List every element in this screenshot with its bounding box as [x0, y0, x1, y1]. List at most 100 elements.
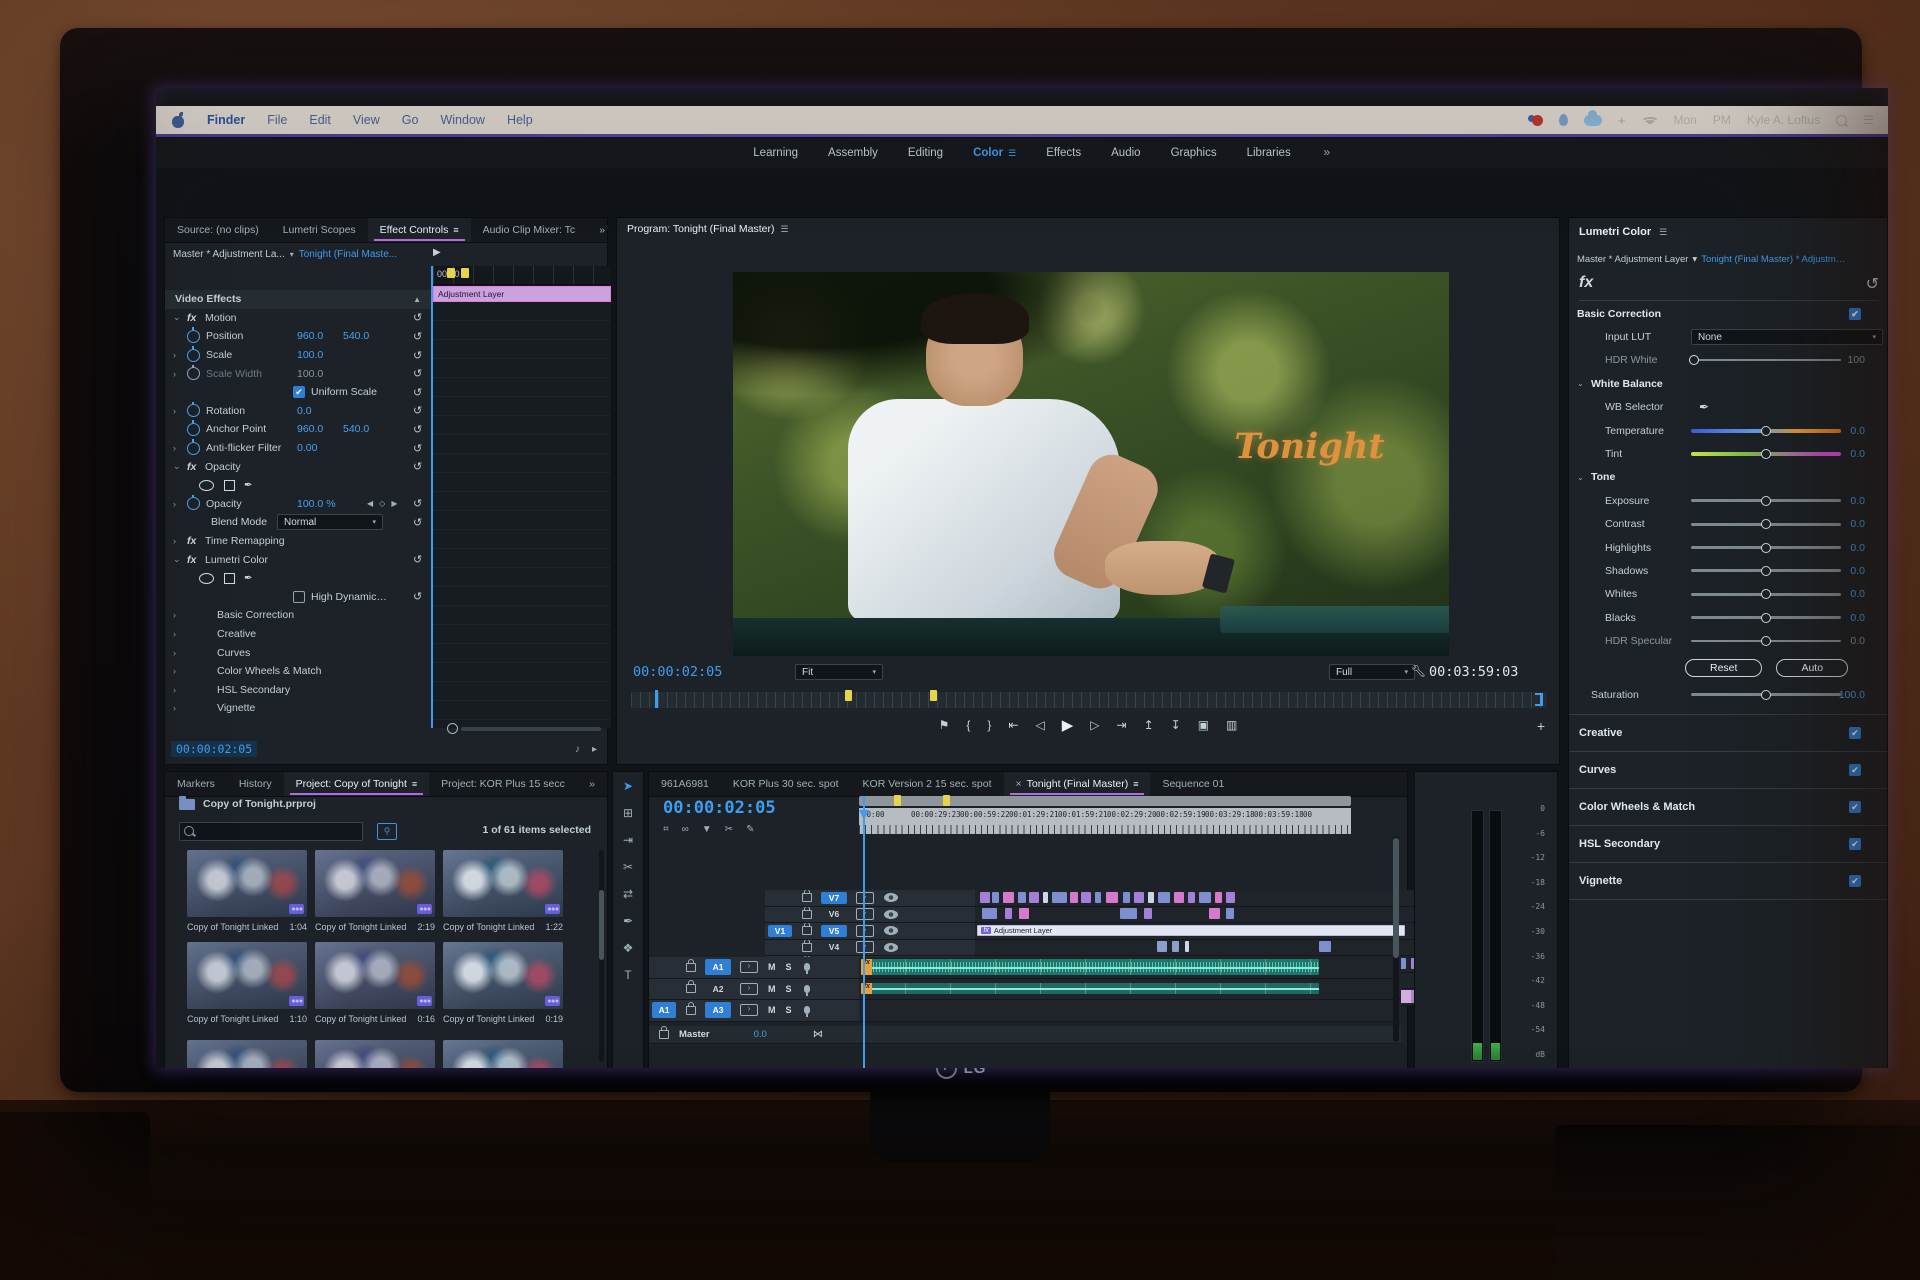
- reset-icon[interactable]: ↺: [413, 349, 422, 362]
- timeline-vscrollbar[interactable]: [1393, 836, 1399, 1042]
- ec-hscroll-handle[interactable]: [447, 723, 458, 734]
- project-tab-project-kor-plus-15-secc[interactable]: Project: KOR Plus 15 secc: [429, 772, 577, 796]
- effect-controls-tab-lumetri-scopes[interactable]: Lumetri Scopes: [271, 218, 368, 242]
- lock-icon[interactable]: [686, 1001, 696, 1015]
- snap-icon[interactable]: ⌗: [663, 824, 669, 835]
- twirl-right-icon[interactable]: ›: [173, 536, 187, 546]
- reset-icon[interactable]: ↺: [413, 442, 422, 455]
- param-scale-width[interactable]: › Scale Width 100.0 ↺: [165, 364, 431, 383]
- wifi-icon[interactable]: [1640, 115, 1659, 126]
- audio-track-a2[interactable]: A2 › M Sfx: [649, 978, 1401, 1000]
- search-filter-button[interactable]: ⚲: [377, 823, 397, 840]
- ec-timecode[interactable]: 00:00:02:05: [171, 741, 258, 757]
- reset-icon[interactable]: ↺: [413, 590, 422, 603]
- shadows-slider[interactable]: [1691, 565, 1841, 576]
- scale-value[interactable]: 100.0: [297, 349, 323, 361]
- lock-icon[interactable]: [686, 980, 696, 994]
- effect-controls-tab-audio-clip-mixer-tc[interactable]: Audio Clip Mixer: Tc: [471, 218, 588, 242]
- audio-track-a3[interactable]: A1 A3 › M S: [649, 1000, 1401, 1022]
- timeline-tab-sequence-01[interactable]: Sequence 01: [1150, 772, 1236, 796]
- workspace-tab-assembly[interactable]: Assembly: [828, 147, 878, 159]
- panel-menu-icon[interactable]: ☰: [780, 224, 788, 235]
- voiceover-mic-icon[interactable]: [803, 963, 810, 975]
- project-item[interactable]: Copy of Tonight Linked... 0:19: [443, 942, 563, 1024]
- timeline-clip[interactable]: [1144, 908, 1153, 920]
- lumetri-subsection-vignette[interactable]: › Vignette: [165, 699, 431, 718]
- mute-button[interactable]: M: [768, 1005, 776, 1015]
- workspace-menu-icon[interactable]: ☰: [1008, 148, 1016, 159]
- param-uniform-scale[interactable]: ✔ Uniform Scale ↺: [165, 383, 431, 402]
- section-hsl-secondary[interactable]: HSL Secondary ✔: [1569, 826, 1887, 864]
- stopwatch-icon[interactable]: [187, 401, 200, 418]
- pen-tool[interactable]: ✒: [613, 907, 643, 934]
- workspace-tab-graphics[interactable]: Graphics: [1171, 147, 1217, 159]
- checkbox-checked-icon[interactable]: ✔: [1849, 838, 1861, 851]
- stopwatch-icon[interactable]: [187, 364, 200, 381]
- audio-clip[interactable]: fx: [861, 959, 1319, 976]
- timeline-ruler[interactable]: 00:00 00:00:29:23 00:00:59:22 00:01:29:21 00…: [859, 808, 1351, 834]
- timeline-clip[interactable]: [1122, 891, 1130, 903]
- anchor-x-value[interactable]: 960.0: [297, 423, 323, 435]
- effect-controls-timeline[interactable]: 00:00 Adjustment Layer: [431, 266, 611, 728]
- pen-mask-icon[interactable]: ✒: [244, 573, 252, 584]
- exposure-slider[interactable]: [1691, 495, 1841, 506]
- twirl-down-icon[interactable]: ⌄: [173, 554, 187, 565]
- keyframe-toggle-icon[interactable]: ⋈: [813, 1029, 823, 1040]
- play-audio-icon[interactable]: ♪: [575, 744, 580, 755]
- timeline-tab-kor-plus-30-sec-spot[interactable]: KOR Plus 30 sec. spot: [721, 772, 851, 796]
- effect-time-remapping[interactable]: › fx Time Remapping: [165, 532, 431, 551]
- reset-icon[interactable]: ↺: [1866, 274, 1879, 294]
- twirl-right-icon[interactable]: ›: [173, 610, 187, 620]
- solo-button[interactable]: S: [786, 984, 792, 994]
- auto-button[interactable]: Auto: [1776, 658, 1849, 677]
- clip-thumbnail[interactable]: [315, 942, 435, 1009]
- prev-keyframe-icon[interactable]: ◀: [367, 499, 373, 508]
- razor-icon[interactable]: ✂: [725, 824, 733, 835]
- video-track-v7[interactable]: V7 ›: [765, 890, 1481, 907]
- rect-mask-icon[interactable]: [224, 572, 235, 584]
- lumetri-subsection-basic-correction[interactable]: › Basic Correction: [165, 606, 431, 625]
- solo-button[interactable]: S: [786, 962, 792, 972]
- control-center-icon[interactable]: ☰: [1863, 113, 1874, 127]
- twirl-right-icon[interactable]: ›: [173, 350, 187, 360]
- menu-go[interactable]: Go: [402, 113, 419, 127]
- go-to-out-button[interactable]: ⇥: [1117, 718, 1127, 732]
- comparison-view-button[interactable]: ▥: [1226, 718, 1237, 732]
- timeline-clip[interactable]: [1173, 891, 1184, 903]
- menu-file[interactable]: File: [267, 113, 287, 127]
- timeline-tab-961a6981[interactable]: 961A6981: [649, 772, 721, 796]
- program-playhead[interactable]: [655, 690, 658, 708]
- step-forward-button[interactable]: ▷: [1090, 718, 1099, 732]
- panel-menu-icon[interactable]: ≡: [412, 779, 417, 789]
- clip-thumbnail[interactable]: [443, 850, 563, 917]
- lumetri-subsection-curves[interactable]: › Curves: [165, 643, 431, 662]
- timeline-clip[interactable]: [979, 891, 990, 903]
- voiceover-mic-icon[interactable]: [803, 984, 810, 996]
- twirl-right-icon[interactable]: ›: [173, 629, 187, 639]
- checkbox-checked-icon[interactable]: ✔: [1849, 727, 1861, 740]
- effect-motion[interactable]: ⌄ fx Motion ↺: [165, 309, 431, 328]
- section-basic-correction[interactable]: Basic Correction ✔: [1569, 302, 1887, 325]
- export-frame-button[interactable]: ▣: [1198, 718, 1209, 732]
- timeline-clip[interactable]: [1051, 891, 1067, 903]
- twirl-right-icon[interactable]: ›: [173, 648, 187, 658]
- timeline-clip[interactable]: [1004, 908, 1012, 920]
- toggle-track-output-eye-icon[interactable]: [884, 942, 898, 952]
- lock-icon[interactable]: [802, 906, 812, 919]
- track-output-icon[interactable]: ›: [740, 982, 758, 995]
- twirl-right-icon[interactable]: ›: [173, 406, 187, 416]
- white-balance-header[interactable]: ⌄ White Balance: [1569, 372, 1887, 395]
- add-keyframe-icon[interactable]: ◇: [379, 499, 385, 508]
- workspace-overflow-icon[interactable]: »: [1323, 145, 1330, 159]
- marker-icon[interactable]: [943, 795, 950, 806]
- timeline-clip[interactable]: [1134, 891, 1145, 903]
- stopwatch-icon[interactable]: [187, 346, 200, 362]
- razor-tool[interactable]: ✂: [613, 853, 643, 880]
- timeline-clip[interactable]: [1105, 891, 1118, 903]
- program-tab[interactable]: Program: Tonight (Final Master) ☰: [627, 223, 789, 235]
- menu-view[interactable]: View: [353, 113, 380, 127]
- timeline-clip[interactable]: [1120, 908, 1137, 920]
- stopwatch-icon[interactable]: [187, 439, 200, 455]
- hand-tool[interactable]: ❖: [613, 934, 643, 961]
- toggle-track-output-eye-icon[interactable]: [884, 926, 898, 936]
